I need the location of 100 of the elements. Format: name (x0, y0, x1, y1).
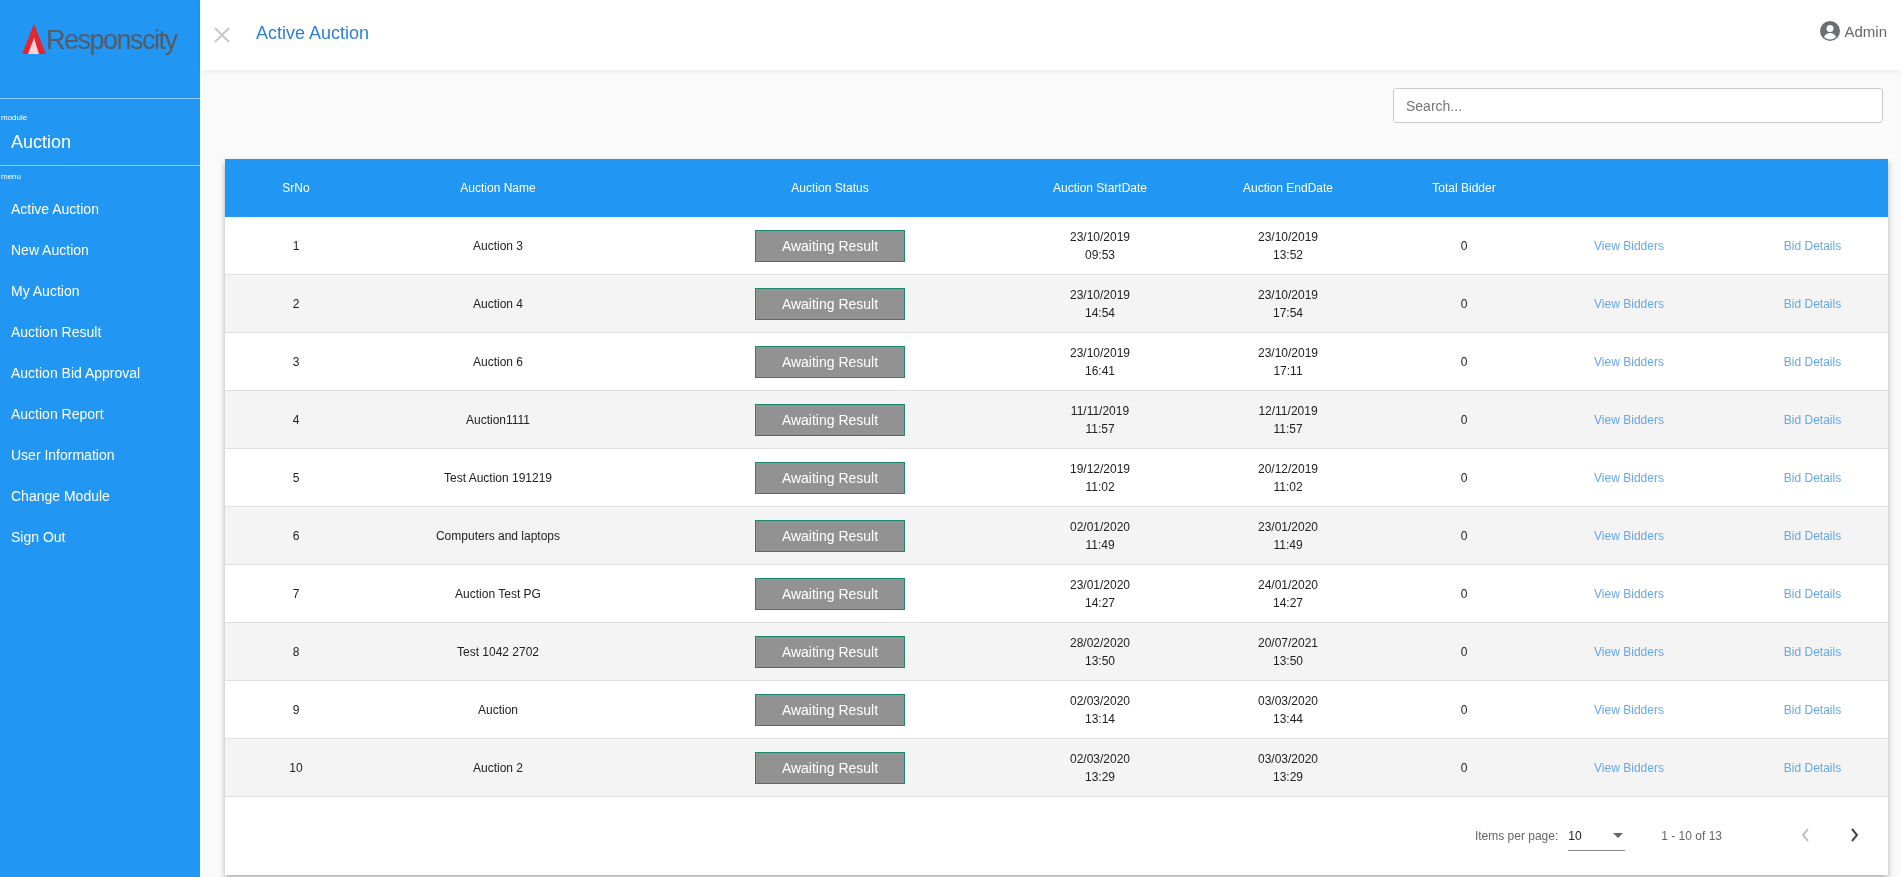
status-button[interactable]: Awaiting Result (755, 693, 905, 726)
status-button[interactable]: Awaiting Result (755, 345, 905, 378)
table-cell: 8 (225, 622, 367, 681)
bid-details-link[interactable]: Bid Details (1783, 470, 1842, 485)
status-button[interactable]: Awaiting Result (755, 577, 905, 610)
table-cell: Computers and laptops (367, 506, 629, 565)
bid-details-link[interactable]: Bid Details (1783, 528, 1842, 543)
sidebar-item[interactable]: Auction Bid Approval (0, 353, 200, 394)
column-header: Auction Name (367, 159, 629, 217)
table-cell: 0 (1407, 738, 1521, 797)
table-cell: 0 (1407, 622, 1521, 681)
table-cell: 28/02/2020 13:50 (1031, 622, 1169, 681)
user-name[interactable]: Admin (1844, 22, 1887, 40)
menu-label: menu (0, 171, 22, 183)
view-bidders-link[interactable]: View Bidders (1594, 470, 1664, 485)
bid-details-link[interactable]: Bid Details (1783, 354, 1842, 369)
user-avatar-icon[interactable] (1820, 21, 1841, 41)
table-cell: 20/12/2019 11:02 (1169, 448, 1407, 507)
table-cell: 0 (1407, 390, 1521, 449)
column-header: Total Bidder (1407, 159, 1521, 217)
column-header: SrNo (225, 159, 367, 217)
table-cell: 3 (225, 332, 367, 391)
bid-details-link[interactable]: Bid Details (1783, 644, 1842, 659)
module-label: module (0, 112, 29, 122)
view-bidders-link[interactable]: View Bidders (1594, 296, 1664, 311)
dropdown-caret-icon[interactable] (1613, 833, 1624, 838)
table-cell: 23/10/2019 17:11 (1169, 332, 1407, 391)
page-title: Active Auction (256, 22, 371, 44)
table-cell: 0 (1407, 332, 1521, 391)
view-bidders-link[interactable]: View Bidders (1594, 644, 1664, 659)
bid-details-link[interactable]: Bid Details (1783, 760, 1842, 775)
view-bidders-link[interactable]: View Bidders (1594, 760, 1664, 775)
sidebar-item[interactable]: Active Auction (0, 189, 200, 230)
search-field[interactable]: Search... (1393, 88, 1883, 123)
logo-triangle-icon (22, 24, 46, 54)
table-cell: 7 (225, 564, 367, 623)
table-cell: 20/07/2021 13:50 (1169, 622, 1407, 681)
table-cell: 19/12/2019 11:02 (1031, 448, 1169, 507)
table-cell: 23/10/2019 14:54 (1031, 274, 1169, 333)
table-cell: Auction1111 (367, 390, 629, 449)
table-cell: 0 (1407, 564, 1521, 623)
module-name: Auction (0, 122, 200, 166)
table-cell: 11/11/2019 11:57 (1031, 390, 1169, 449)
table-cell: 23/10/2019 17:54 (1169, 274, 1407, 333)
table-cell: 02/03/2020 13:29 (1031, 738, 1169, 797)
bid-details-link[interactable]: Bid Details (1783, 296, 1842, 311)
sidebar-item[interactable]: Auction Report (0, 394, 200, 435)
status-button[interactable]: Awaiting Result (755, 287, 905, 320)
status-button[interactable]: Awaiting Result (755, 461, 905, 494)
view-bidders-link[interactable]: View Bidders (1594, 528, 1664, 543)
table-cell: 02/03/2020 13:14 (1031, 680, 1169, 739)
view-bidders-link[interactable]: View Bidders (1594, 412, 1664, 427)
sidebar-item[interactable]: Auction Result (0, 312, 200, 353)
sidebar-item[interactable]: New Auction (0, 230, 200, 271)
status-button[interactable]: Awaiting Result (755, 519, 905, 552)
table-cell: 4 (225, 390, 367, 449)
sidebar-item[interactable]: Sign Out (0, 517, 200, 558)
table-cell: 23/10/2019 13:52 (1169, 217, 1407, 275)
table-cell: Test 1042 2702 (367, 622, 629, 681)
view-bidders-link[interactable]: View Bidders (1594, 354, 1664, 369)
page-range: 1 - 10 of 13 (1661, 829, 1722, 843)
page-size-select[interactable]: 10 (1568, 821, 1626, 851)
bid-details-link[interactable]: Bid Details (1783, 238, 1842, 253)
sidebar-item[interactable]: User Information (0, 435, 200, 476)
table-cell: 0 (1407, 448, 1521, 507)
table-cell: 03/03/2020 13:44 (1169, 680, 1407, 739)
table-cell: Auction 4 (367, 274, 629, 333)
table-cell: Auction (367, 680, 629, 739)
table-cell: 23/01/2020 14:27 (1031, 564, 1169, 623)
status-button[interactable]: Awaiting Result (755, 635, 905, 668)
table-cell: 0 (1407, 274, 1521, 333)
sidebar-item[interactable]: Change Module (0, 476, 200, 517)
table-cell: Auction 2 (367, 738, 629, 797)
table-cell: 24/01/2020 14:27 (1169, 564, 1407, 623)
table-cell: 1 (225, 217, 367, 275)
table-cell: Auction Test PG (367, 564, 629, 623)
column-header: Auction StartDate (1031, 159, 1169, 217)
table-cell: 0 (1407, 217, 1521, 275)
logo-text: Responscity (46, 27, 177, 54)
view-bidders-link[interactable]: View Bidders (1594, 238, 1664, 253)
table-cell: 0 (1407, 680, 1521, 739)
table-cell: 03/03/2020 13:29 (1169, 738, 1407, 797)
table-cell: Auction 6 (367, 332, 629, 391)
table-cell: 9 (225, 680, 367, 739)
status-button[interactable]: Awaiting Result (755, 403, 905, 436)
bid-details-link[interactable]: Bid Details (1783, 702, 1842, 717)
column-header: Auction Status (629, 159, 1031, 217)
table-cell: 5 (225, 448, 367, 507)
table-cell: Auction 3 (367, 217, 629, 275)
table-cell: 6 (225, 506, 367, 565)
status-button[interactable]: Awaiting Result (755, 751, 905, 784)
table-cell: Test Auction 191219 (367, 448, 629, 507)
view-bidders-link[interactable]: View Bidders (1594, 702, 1664, 717)
table-cell: 02/01/2020 11:49 (1031, 506, 1169, 565)
sidebar-item[interactable]: My Auction (0, 271, 200, 312)
bid-details-link[interactable]: Bid Details (1783, 586, 1842, 601)
table-cell: 23/01/2020 11:49 (1169, 506, 1407, 565)
status-button[interactable]: Awaiting Result (755, 229, 905, 262)
bid-details-link[interactable]: Bid Details (1783, 412, 1842, 427)
view-bidders-link[interactable]: View Bidders (1594, 586, 1664, 601)
